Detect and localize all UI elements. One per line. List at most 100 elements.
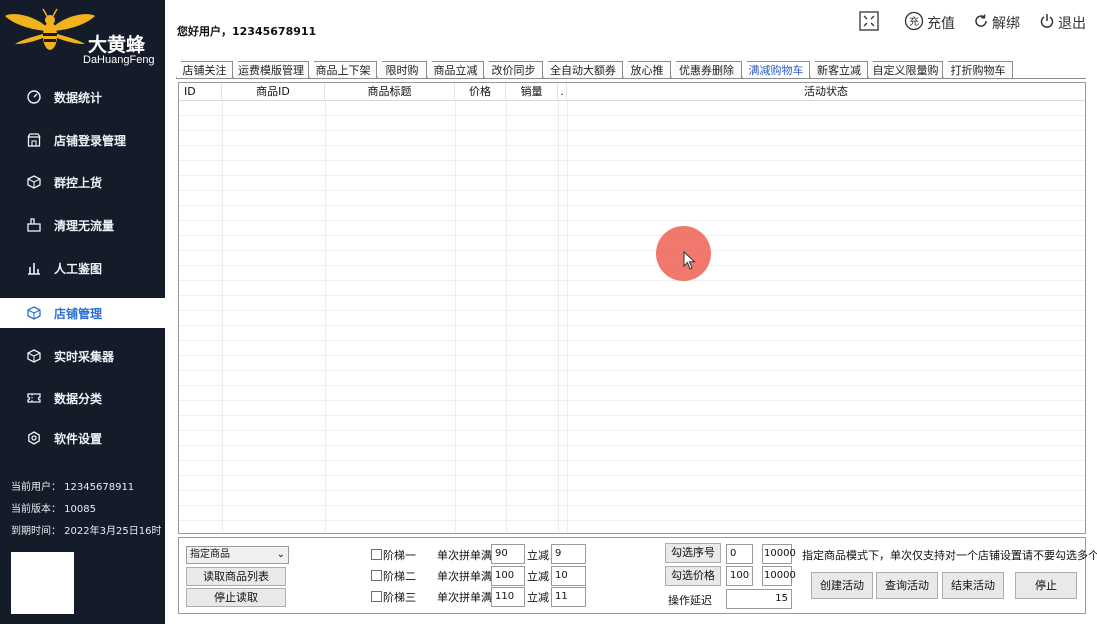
sidebar-item-label: 人工鉴图: [54, 261, 103, 276]
delay-input[interactable]: 15: [726, 589, 792, 609]
column-divider: [506, 101, 507, 533]
read-list-button[interactable]: 读取商品列表: [186, 567, 286, 586]
tab-discount-cart[interactable]: 打折购物车: [943, 61, 1013, 79]
tier-2-threshold-input[interactable]: 100: [491, 566, 525, 586]
delay-label: 操作延迟: [668, 594, 712, 607]
unbind-button[interactable]: 解绑: [973, 12, 1020, 34]
greeting-text: 您好用户，12345678911: [177, 25, 317, 38]
tier-3-label: 阶梯三: [383, 591, 416, 604]
tier-3-checkbox[interactable]: [371, 591, 382, 602]
logo-subtitle: DaHuangFeng: [83, 54, 155, 66]
price-to-input[interactable]: 10000: [762, 566, 796, 586]
settings-icon: [26, 430, 42, 446]
tier-2-label: 阶梯二: [383, 570, 416, 583]
tier-1-checkbox[interactable]: [371, 549, 382, 560]
tab-freight-template[interactable]: 运费模版管理: [233, 61, 309, 79]
sidebar-item-store-login[interactable]: 店铺登录管理: [0, 125, 165, 155]
stop-read-button[interactable]: 停止读取: [186, 588, 286, 607]
power-icon: [1039, 13, 1055, 33]
sidebar-item-collector[interactable]: 实时采集器: [0, 341, 165, 371]
mode-note-text: 指定商品模式下，单次仅支持对一个店铺设置请不要勾选多个: [802, 549, 1097, 562]
logo: 大黄蜂 DaHuangFeng: [0, 0, 165, 80]
recharge-icon: 充: [904, 11, 924, 35]
tier-1-discount-label: 立减: [527, 549, 549, 562]
logout-button[interactable]: 退出: [1039, 12, 1086, 34]
recharge-label: 充值: [927, 16, 955, 32]
sidebar-item-label: 软件设置: [54, 431, 103, 446]
tab-product-discount[interactable]: 商品立减: [427, 61, 484, 79]
sidebar-item-label: 店铺管理: [54, 306, 103, 321]
refresh-icon: [973, 13, 989, 33]
account-info: 当前用户： 12345678911 当前版本： 10085 到期时间： 2022…: [11, 478, 161, 544]
chevron-down-icon: ⌄: [276, 549, 285, 560]
mode-select-value: 指定商品: [190, 549, 230, 560]
tab-flash-sale[interactable]: 限时购: [377, 61, 427, 79]
tab-cart-discount[interactable]: 满减购物车: [742, 61, 810, 79]
column-header-sales[interactable]: 销量: [506, 83, 558, 101]
sidebar-item-data-category[interactable]: 数据分类: [0, 383, 165, 413]
sidebar-item-label: 数据统计: [54, 90, 103, 105]
column-divider: [455, 101, 456, 533]
column-header-id[interactable]: ID: [179, 83, 222, 101]
query-activity-button[interactable]: 查询活动: [876, 572, 938, 599]
index-from-input[interactable]: 0: [726, 544, 753, 564]
tier-2-checkbox[interactable]: [371, 570, 382, 581]
recharge-button[interactable]: 充 充值: [904, 11, 955, 35]
current-version-text: 当前版本： 10085: [11, 504, 96, 515]
mode-select[interactable]: 指定商品 ⌄: [186, 546, 289, 564]
tier-2-discount-input[interactable]: 10: [551, 566, 586, 586]
column-divider: [222, 101, 223, 533]
tab-bar: 店铺关注 运费模版管理 商品上下架 限时购 商品立减 改价同步 全自动大额券 放…: [176, 61, 1076, 79]
cleanup-icon: [26, 217, 42, 233]
tab-promote[interactable]: 放心推: [623, 61, 671, 79]
column-header-price[interactable]: 价格: [455, 83, 506, 101]
column-header-title[interactable]: 商品标题: [325, 83, 455, 101]
store-icon: [26, 132, 42, 148]
expire-time-text: 到期时间： 2022年3月25日16时: [11, 526, 161, 537]
sidebar-item-shop-manage[interactable]: 店铺管理: [0, 298, 165, 328]
current-user-text: 当前用户： 12345678911: [11, 482, 135, 493]
fullscreen-button[interactable]: [859, 11, 879, 34]
unbind-label: 解绑: [992, 16, 1020, 32]
end-activity-button[interactable]: 结束活动: [942, 572, 1004, 599]
select-index-button[interactable]: 勾选序号: [665, 543, 721, 563]
bee-logo-icon: [5, 8, 95, 50]
tab-coupon-delete[interactable]: 优惠券删除: [671, 61, 742, 79]
tab-custom-limit[interactable]: 自定义限量购: [868, 61, 943, 79]
sidebar-item-label: 店铺登录管理: [54, 133, 127, 148]
sidebar-item-group-upload[interactable]: 群控上货: [0, 167, 165, 197]
select-price-button[interactable]: 勾选价格: [665, 566, 721, 586]
logo-title: 大黄蜂: [88, 34, 146, 56]
sidebar-item-manual-review[interactable]: 人工鉴图: [0, 253, 165, 283]
stop-button[interactable]: 停止: [1015, 572, 1077, 599]
column-divider: [567, 101, 568, 533]
create-activity-button[interactable]: 创建活动: [811, 572, 873, 599]
app-window: 大黄蜂 DaHuangFeng 数据统计 店铺登录管理 群控上货 清理无流量 人…: [0, 0, 1097, 624]
table-body: [179, 101, 1085, 533]
price-from-input[interactable]: 100: [726, 566, 753, 586]
column-header-status[interactable]: 活动状态: [567, 83, 1085, 101]
tab-price-sync[interactable]: 改价同步: [484, 61, 543, 79]
index-to-input[interactable]: 10000: [762, 544, 796, 564]
sidebar-item-settings[interactable]: 软件设置: [0, 423, 165, 453]
tier-3-threshold-label: 单次拼单满: [437, 591, 492, 604]
sidebar-item-cleanup[interactable]: 清理无流量: [0, 210, 165, 240]
tab-new-customer[interactable]: 新客立减: [810, 61, 868, 79]
qr-code-image: [11, 552, 74, 614]
tier-1-discount-input[interactable]: 9: [551, 544, 586, 564]
box-icon: [26, 174, 42, 190]
tier-3-discount-input[interactable]: 11: [551, 587, 586, 607]
tab-divider: [176, 78, 1086, 79]
tab-shop-follow[interactable]: 店铺关注: [176, 61, 233, 79]
column-header-product-id[interactable]: 商品ID: [222, 83, 325, 101]
tab-auto-coupon[interactable]: 全自动大额券: [543, 61, 623, 79]
sidebar-item-data-stats[interactable]: 数据统计: [0, 82, 165, 112]
tier-3-threshold-input[interactable]: 110: [491, 587, 525, 607]
ticket-icon: [26, 390, 42, 406]
tier-1-threshold-input[interactable]: 90: [491, 544, 525, 564]
table-header: ID 商品ID 商品标题 价格 销量 . 活动状态: [179, 83, 1085, 101]
tab-product-listing[interactable]: 商品上下架: [309, 61, 377, 79]
column-header-extra[interactable]: .: [558, 83, 567, 101]
dashboard-icon: [26, 89, 42, 105]
product-table[interactable]: ID 商品ID 商品标题 价格 销量 . 活动状态: [178, 82, 1086, 534]
